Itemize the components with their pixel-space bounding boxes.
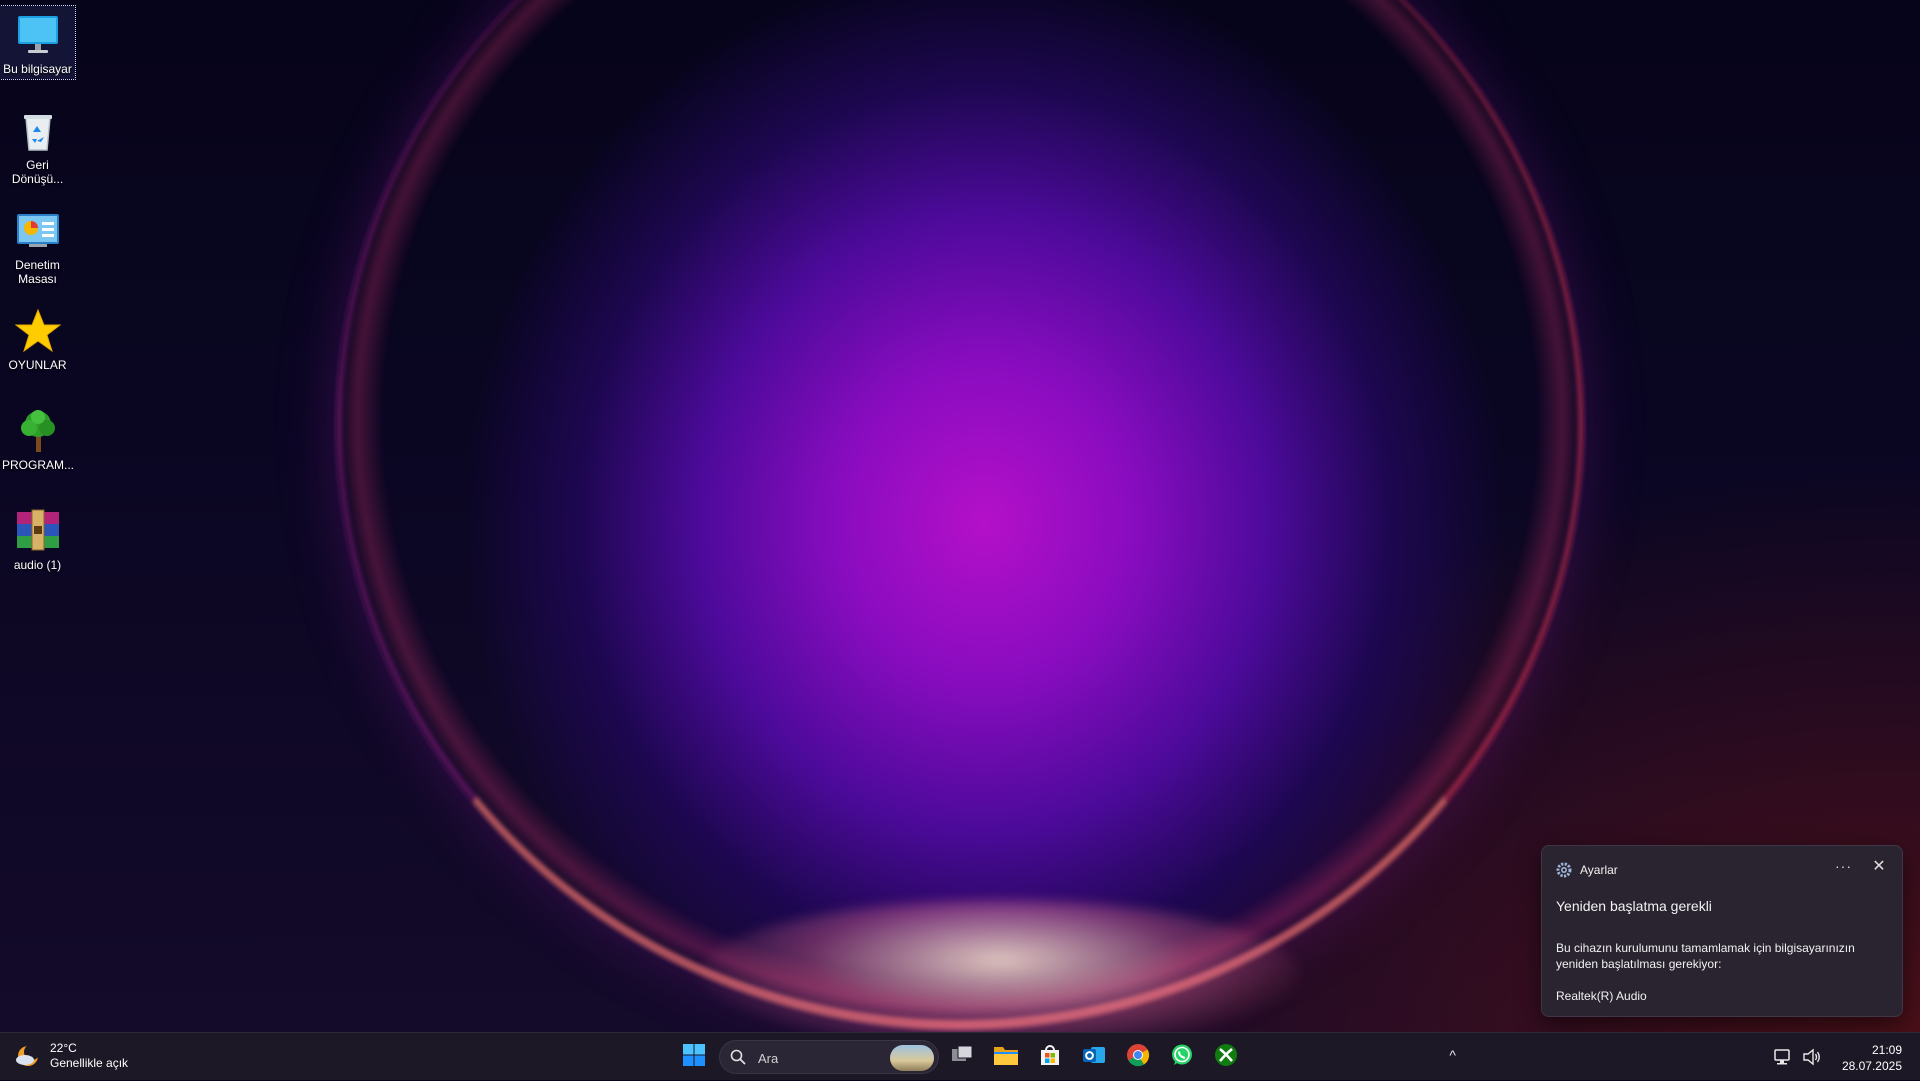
volume-icon[interactable] bbox=[1802, 1047, 1822, 1072]
notification-close-button[interactable]: ✕ bbox=[1870, 858, 1888, 876]
star-icon bbox=[14, 308, 61, 354]
start-button[interactable] bbox=[678, 1041, 710, 1073]
whatsapp-icon bbox=[1170, 1043, 1194, 1072]
recycle-bin-icon bbox=[15, 108, 61, 154]
microsoft-store-button[interactable] bbox=[1034, 1041, 1066, 1073]
desktop-icon-label: Bu bilgisayar bbox=[3, 62, 72, 76]
xbox-icon bbox=[1214, 1043, 1238, 1072]
notification-title: Yeniden başlatma gerekli bbox=[1556, 898, 1712, 914]
search-input[interactable] bbox=[756, 1047, 900, 1069]
settings-gear-icon bbox=[1556, 862, 1572, 878]
file-explorer-icon bbox=[993, 1043, 1019, 1072]
desktop-icon-label: Denetim Masası bbox=[15, 258, 60, 286]
desktop-icon-label: OYUNLAR bbox=[8, 358, 67, 372]
notification-device-name: Realtek(R) Audio bbox=[1556, 989, 1647, 1003]
taskbar-search-box[interactable] bbox=[719, 1040, 939, 1074]
taskbar: 22°C Genellikle açık Ara ^ 21:09 28.07.2… bbox=[0, 1032, 1920, 1080]
microsoft-store-icon bbox=[1038, 1043, 1062, 1072]
desktop-icon-label: PROGRAM... bbox=[2, 458, 75, 472]
desktop-icon-control-panel[interactable]: Denetim Masası bbox=[0, 202, 75, 289]
search-icon bbox=[730, 1049, 746, 1070]
weather-condition: Genellikle açık bbox=[50, 1056, 129, 1070]
search-highlight-image bbox=[890, 1045, 934, 1071]
desktop-icon-recycle-bin[interactable]: Geri Dönüşü... bbox=[0, 102, 75, 189]
network-icon[interactable] bbox=[1772, 1047, 1792, 1072]
desktop-icon-games[interactable]: OYUNLAR bbox=[0, 302, 75, 375]
desktop-icon-audio-archive[interactable]: audio (1) bbox=[0, 502, 75, 575]
desktop-icon-label: Geri Dönüşü... bbox=[11, 158, 64, 186]
notification-toast[interactable]: Ayarlar ··· ✕ Yeniden başlatma gerekli B… bbox=[1541, 845, 1903, 1017]
desktop-icon-programs[interactable]: PROGRAM... bbox=[0, 402, 75, 475]
whatsapp-button[interactable] bbox=[1166, 1041, 1198, 1073]
outlook-button[interactable] bbox=[1078, 1041, 1110, 1073]
desktop-icon-label: audio (1) bbox=[13, 558, 62, 572]
winrar-archive-icon bbox=[15, 508, 61, 554]
wallpaper-orb-rim bbox=[336, 0, 1584, 1030]
show-hidden-icons-chevron[interactable]: ^ bbox=[1449, 1047, 1456, 1063]
chrome-icon bbox=[1126, 1043, 1150, 1072]
notification-body: Bu cihazın kurulumunu tamamlamak için bi… bbox=[1556, 941, 1855, 971]
clock-time: 21:09 bbox=[1871, 1043, 1902, 1057]
notification-more-button[interactable]: ··· bbox=[1835, 858, 1852, 874]
outlook-icon bbox=[1082, 1043, 1106, 1072]
notification-app-name: Ayarlar bbox=[1580, 863, 1618, 877]
notification-header: Ayarlar bbox=[1556, 860, 1618, 880]
desktop-icon-this-pc[interactable]: Bu bilgisayar bbox=[0, 5, 76, 80]
task-view-button[interactable] bbox=[946, 1041, 978, 1073]
file-explorer-button[interactable] bbox=[990, 1041, 1022, 1073]
start-icon bbox=[682, 1043, 706, 1072]
task-view-icon bbox=[950, 1043, 974, 1072]
weather-temperature: 22°C bbox=[50, 1041, 77, 1055]
moon-cloud-icon bbox=[14, 1042, 42, 1070]
monitor-icon bbox=[15, 12, 61, 58]
wallpaper-orb-glow bbox=[700, 900, 1300, 1050]
xbox-button[interactable] bbox=[1210, 1041, 1242, 1073]
chrome-button[interactable] bbox=[1122, 1041, 1154, 1073]
clock-date: 28.07.2025 bbox=[1841, 1059, 1902, 1073]
tree-icon bbox=[15, 408, 61, 454]
control-panel-icon bbox=[15, 208, 61, 254]
taskbar-clock[interactable]: 21:09 28.07.2025 bbox=[1842, 1042, 1902, 1074]
weather-widget[interactable]: 22°C Genellikle açık bbox=[14, 1041, 128, 1071]
